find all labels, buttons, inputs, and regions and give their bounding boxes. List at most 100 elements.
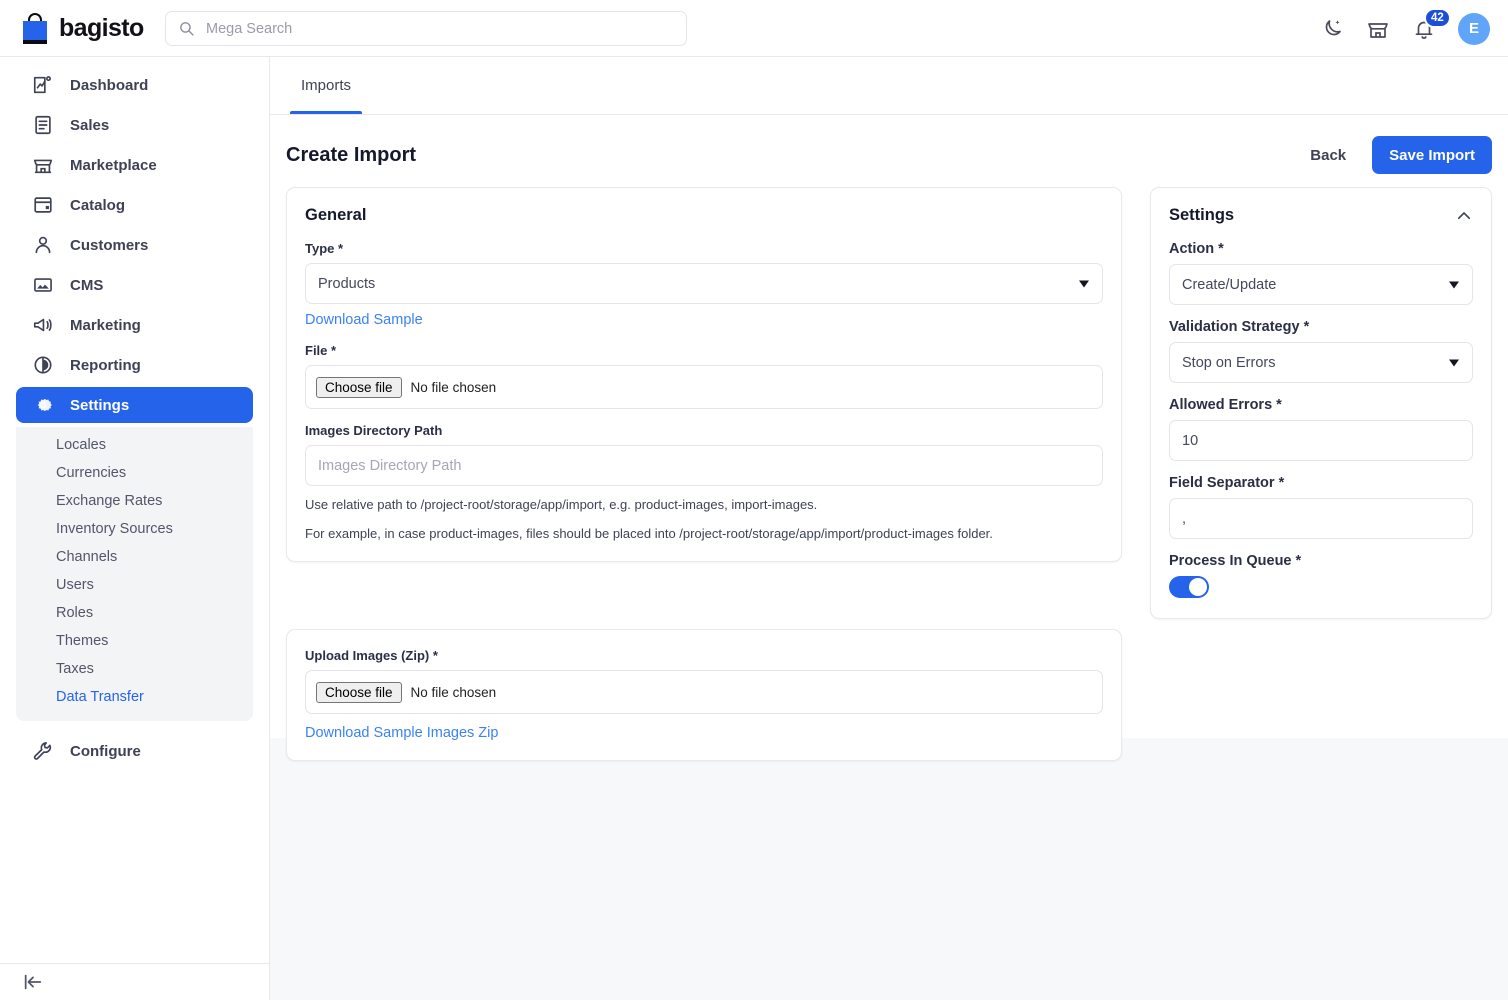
general-card-title: General bbox=[305, 206, 367, 224]
settings-card: Settings Action * Validation Strategy * bbox=[1150, 187, 1492, 619]
choose-zip-button[interactable]: Choose file bbox=[316, 681, 402, 703]
file-label: File * bbox=[305, 343, 337, 358]
marketing-icon bbox=[33, 318, 52, 332]
upload-zip-field: Upload Images (Zip) * Choose file No fil… bbox=[305, 648, 1103, 742]
chevron-up-icon[interactable] bbox=[1455, 207, 1473, 225]
sidebar-item-settings[interactable]: Settings bbox=[16, 387, 253, 423]
validation-strategy-label: Validation Strategy * bbox=[1169, 319, 1310, 335]
general-card: General Type * Download Sample File * Ch… bbox=[286, 187, 1122, 562]
field-separator-label: Field Separator * bbox=[1169, 475, 1285, 491]
reporting-icon bbox=[34, 356, 52, 374]
sidebar-item-label: Dashboard bbox=[70, 76, 149, 94]
allowed-errors-input[interactable] bbox=[1169, 420, 1473, 461]
sidebar-subitem-locales[interactable]: Locales bbox=[16, 431, 253, 459]
sidebar-subitem-channels[interactable]: Channels bbox=[16, 543, 253, 571]
field-separator-input[interactable] bbox=[1169, 498, 1473, 539]
notification-bell[interactable]: 42 bbox=[1412, 7, 1451, 41]
avatar[interactable]: E bbox=[1458, 12, 1490, 45]
gear-icon bbox=[37, 398, 52, 412]
field-separator-field: Field Separator * bbox=[1169, 475, 1473, 539]
images-dir-hint-1: Use relative path to /project-root/stora… bbox=[305, 497, 818, 512]
search-box[interactable] bbox=[165, 11, 687, 46]
sidebar-item-label: Catalog bbox=[70, 196, 126, 214]
file-status: No file chosen bbox=[410, 379, 497, 395]
sidebar-subitem-taxes[interactable]: Taxes bbox=[16, 655, 253, 683]
catalog-icon bbox=[34, 197, 52, 213]
process-in-queue-field: Process In Queue * bbox=[1169, 553, 1473, 598]
notification-badge: 42 bbox=[1424, 7, 1451, 28]
images-dir-hint-2: For example, in case product-images, fil… bbox=[305, 525, 993, 541]
type-select-wrap[interactable] bbox=[305, 263, 1103, 304]
wrench-icon bbox=[33, 742, 52, 760]
sidebar-item-label: Sales bbox=[70, 116, 110, 134]
sidebar-item-label: Settings bbox=[70, 396, 130, 414]
sidebar-item-label: Reporting bbox=[70, 356, 141, 374]
search-input[interactable] bbox=[204, 19, 674, 38]
sidebar-item-label: Marketing bbox=[70, 316, 141, 334]
sidebar-item-reporting[interactable]: Reporting bbox=[16, 347, 253, 383]
action-field: Action * bbox=[1169, 241, 1473, 305]
allowed-errors-label: Allowed Errors * bbox=[1169, 397, 1282, 413]
images-dir-input[interactable] bbox=[305, 445, 1103, 486]
sidebar-subitem-currencies[interactable]: Currencies bbox=[16, 459, 253, 487]
sidebar-item-label: Marketplace bbox=[70, 156, 157, 174]
file-input[interactable]: Choose file No file chosen bbox=[305, 365, 1103, 409]
allowed-errors-field: Allowed Errors * bbox=[1169, 397, 1473, 461]
tab-imports[interactable]: Imports bbox=[286, 57, 366, 114]
sidebar-subitem-exchange-rates[interactable]: Exchange Rates bbox=[16, 487, 253, 515]
sidebar-item-catalog[interactable]: Catalog bbox=[16, 187, 253, 223]
sidebar-item-cms[interactable]: CMS bbox=[16, 267, 253, 303]
sidebar-item-sales[interactable]: Sales bbox=[16, 107, 253, 143]
dashboard-icon bbox=[33, 76, 51, 94]
download-sample-link[interactable]: Download Sample bbox=[305, 312, 423, 328]
search-icon bbox=[180, 22, 194, 36]
type-field: Type * Download Sample bbox=[305, 241, 1103, 329]
upload-zip-label: Upload Images (Zip) * bbox=[305, 648, 438, 663]
marketplace-icon bbox=[33, 159, 53, 174]
sidebar-footer bbox=[0, 963, 269, 1000]
save-import-button[interactable]: Save Import bbox=[1372, 136, 1492, 174]
upload-zip-status: No file chosen bbox=[410, 684, 497, 700]
action-select-wrap[interactable] bbox=[1169, 264, 1473, 305]
sidebar-item-configure[interactable]: Configure bbox=[16, 733, 253, 769]
brand-logo[interactable]: bagisto bbox=[0, 12, 146, 44]
process-in-queue-label: Process In Queue * bbox=[1169, 553, 1302, 569]
tab-bar: Imports bbox=[270, 57, 1508, 115]
sidebar-subitem-inventory-sources[interactable]: Inventory Sources bbox=[16, 515, 253, 543]
sidebar-item-customers[interactable]: Customers bbox=[16, 227, 253, 263]
back-button[interactable]: Back bbox=[1304, 146, 1352, 165]
sidebar-subitem-users[interactable]: Users bbox=[16, 571, 253, 599]
sidebar-item-marketing[interactable]: Marketing bbox=[16, 307, 253, 343]
collapse-sidebar-icon[interactable] bbox=[22, 971, 44, 993]
validation-select-wrap[interactable] bbox=[1169, 342, 1473, 383]
download-sample-zip-link[interactable]: Download Sample Images Zip bbox=[305, 725, 498, 741]
customers-icon bbox=[35, 236, 51, 254]
upload-zip-input[interactable]: Choose file No file chosen bbox=[305, 670, 1103, 714]
images-dir-label: Images Directory Path bbox=[305, 423, 443, 438]
validation-strategy-field: Validation Strategy * bbox=[1169, 319, 1473, 383]
sales-icon bbox=[35, 115, 51, 135]
sidebar-subitem-roles[interactable]: Roles bbox=[16, 599, 253, 627]
type-label: Type * bbox=[305, 241, 344, 256]
sidebar: Dashboard Sales Marketplace Catalog Cust… bbox=[0, 57, 270, 1000]
header-actions: 42 E bbox=[1320, 0, 1490, 57]
images-dir-field: Images Directory Path Use relative path … bbox=[305, 423, 1103, 543]
moon-icon[interactable] bbox=[1320, 17, 1344, 41]
choose-file-button[interactable]: Choose file bbox=[316, 376, 402, 398]
page-title: Create Import bbox=[286, 143, 417, 166]
type-select[interactable] bbox=[305, 263, 1103, 304]
sidebar-item-dashboard[interactable]: Dashboard bbox=[16, 67, 253, 103]
sidebar-item-label: Customers bbox=[70, 236, 149, 254]
settings-card-title: Settings bbox=[1169, 206, 1235, 224]
action-select[interactable] bbox=[1169, 264, 1473, 305]
sidebar-subitem-data-transfer[interactable]: Data Transfer bbox=[16, 683, 253, 711]
settings-card-header: Settings bbox=[1169, 206, 1473, 225]
validation-strategy-select[interactable] bbox=[1169, 342, 1473, 383]
store-icon[interactable] bbox=[1366, 17, 1390, 41]
sidebar-item-label: Configure bbox=[70, 742, 141, 760]
process-in-queue-toggle[interactable] bbox=[1169, 576, 1209, 598]
action-label: Action * bbox=[1169, 241, 1224, 257]
sidebar-item-marketplace[interactable]: Marketplace bbox=[16, 147, 253, 183]
brand-name: bagisto bbox=[59, 13, 144, 42]
sidebar-subitem-themes[interactable]: Themes bbox=[16, 627, 253, 655]
